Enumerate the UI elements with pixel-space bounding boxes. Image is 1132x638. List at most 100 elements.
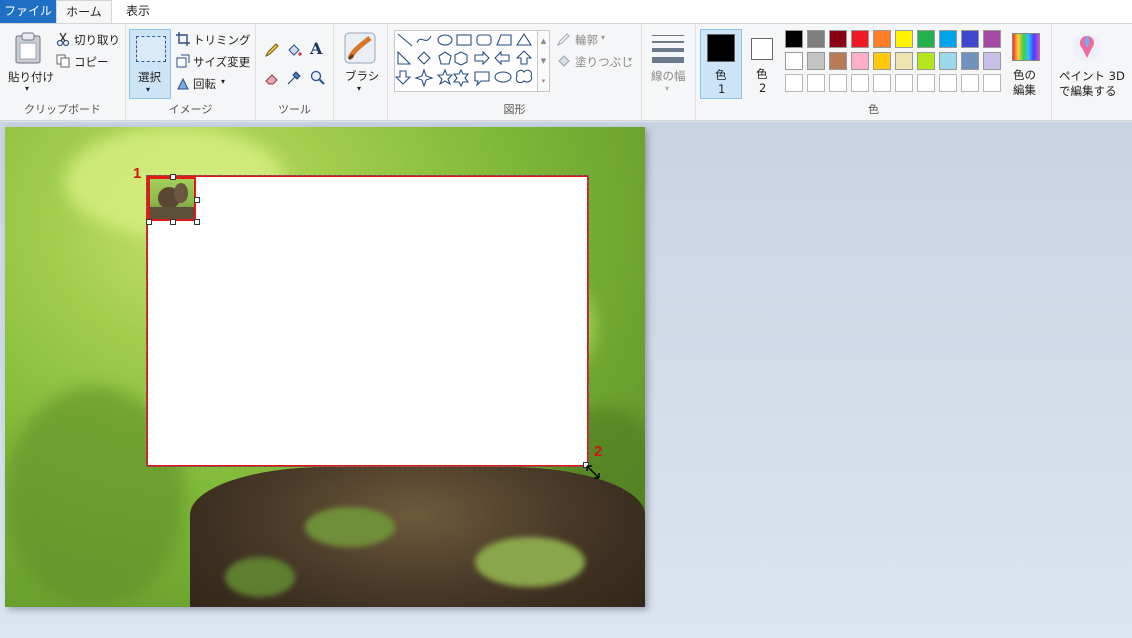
shapes-group-label: 図形	[503, 103, 526, 116]
resize-label: サイズ変更	[193, 55, 251, 69]
chevron-down-icon: ▾	[221, 77, 226, 86]
custom-color-slot[interactable]	[917, 74, 935, 92]
fill-bucket-icon[interactable]	[286, 42, 302, 58]
chevron-down-icon: ▾	[146, 85, 151, 94]
text-tool-icon[interactable]: A	[310, 39, 322, 58]
palette-color-swatch[interactable]	[961, 30, 979, 48]
palette-color-swatch[interactable]	[917, 30, 935, 48]
custom-color-slot[interactable]	[873, 74, 891, 92]
palette-color-swatch[interactable]	[851, 30, 869, 48]
palette-color-swatch[interactable]	[983, 30, 1001, 48]
color1-number: 1	[718, 82, 726, 96]
pencil-icon[interactable]	[264, 42, 280, 58]
palette-color-swatch[interactable]	[829, 30, 847, 48]
custom-color-slot[interactable]	[895, 74, 913, 92]
fill-label: 塗りつぶし	[575, 55, 633, 69]
custom-color-slot[interactable]	[961, 74, 979, 92]
custom-color-slot[interactable]	[983, 74, 1001, 92]
custom-color-slot[interactable]	[807, 74, 825, 92]
fill-bucket-icon	[558, 55, 570, 67]
palette-color-swatch[interactable]	[895, 30, 913, 48]
resize-icon	[176, 54, 190, 68]
crop-icon	[176, 32, 190, 46]
clipboard-group-label: クリップボード	[24, 103, 101, 116]
palette-color-swatch[interactable]	[961, 52, 979, 70]
color1-swatch	[707, 34, 735, 62]
paint3d-label-line1: ペイント 3D	[1059, 69, 1125, 83]
clipboard-icon	[15, 32, 41, 64]
chevron-down-icon: ▾	[628, 55, 633, 64]
selection-area[interactable]	[146, 175, 589, 467]
palette-color-swatch[interactable]	[895, 52, 913, 70]
palette-color-swatch[interactable]	[829, 52, 847, 70]
palette-color-swatch[interactable]	[939, 30, 957, 48]
tab-view[interactable]: 表示	[112, 0, 164, 23]
resize-handle[interactable]	[170, 174, 176, 180]
size-group[interactable]: 線の幅 ▾	[642, 24, 696, 120]
eraser-icon[interactable]	[264, 70, 280, 86]
paint3d-label-line2: で編集する	[1059, 84, 1117, 98]
crop-label: トリミング	[193, 33, 251, 47]
magnifier-icon[interactable]	[310, 70, 326, 86]
custom-color-slot[interactable]	[829, 74, 847, 92]
paste-label: 貼り付け	[8, 70, 54, 84]
color-palette	[785, 30, 1005, 96]
edit-with-paint3d-button[interactable]: ペイント 3D で編集する	[1054, 24, 1125, 120]
callout-2: 2	[594, 443, 603, 460]
image-group-label: イメージ	[168, 103, 213, 116]
gallery-more-icon: ▾	[541, 77, 546, 85]
scroll-down-icon: ▼	[540, 57, 547, 65]
copy-button[interactable]: コピー	[54, 53, 120, 71]
size-label: 線の幅	[651, 69, 686, 83]
color-spectrum-icon	[1012, 33, 1040, 61]
cut-button[interactable]: 切り取り	[54, 31, 120, 49]
chevron-down-icon: ▾	[25, 84, 30, 93]
shapes-gallery[interactable]	[394, 30, 538, 92]
tab-file[interactable]: ファイル	[0, 0, 56, 23]
color2-button[interactable]: 色 2	[746, 29, 780, 99]
custom-color-slot[interactable]	[939, 74, 957, 92]
palette-color-swatch[interactable]	[785, 52, 803, 70]
rotate-button[interactable]: 回転 ▾	[175, 75, 253, 93]
resize-handle[interactable]	[194, 219, 200, 225]
color2-number: 2	[759, 81, 767, 95]
resize-handle[interactable]	[194, 197, 200, 203]
color1-button[interactable]: 色 1	[700, 29, 742, 99]
copy-label: コピー	[74, 55, 109, 69]
palette-color-swatch[interactable]	[873, 30, 891, 48]
tab-home[interactable]: ホーム	[56, 0, 112, 23]
brushes-group[interactable]: ブラシ ▾	[334, 24, 388, 120]
palette-color-swatch[interactable]	[851, 52, 869, 70]
resize-handle[interactable]	[146, 219, 152, 225]
palette-color-swatch[interactable]	[917, 52, 935, 70]
resize-button[interactable]: サイズ変更	[175, 53, 253, 71]
select-label: 選択	[138, 70, 161, 84]
outline-button[interactable]: 輪郭 ▾	[556, 31, 636, 49]
custom-color-slot[interactable]	[785, 74, 803, 92]
palette-color-swatch[interactable]	[873, 52, 891, 70]
selection-icon	[136, 36, 166, 62]
custom-color-slot[interactable]	[851, 74, 869, 92]
palette-color-swatch[interactable]	[983, 52, 1001, 70]
palette-color-swatch[interactable]	[807, 30, 825, 48]
paste-button[interactable]: 貼り付け ▾	[4, 28, 54, 98]
rotate-label: 回転	[193, 77, 216, 91]
image-group: 選択 ▾ トリミング サイズ変更 回転 ▾ イメージ	[126, 24, 256, 120]
shape-icons	[394, 32, 533, 88]
scissors-icon	[56, 32, 70, 46]
selected-image-thumbnail[interactable]	[148, 177, 196, 221]
colors-group-label: 色	[868, 103, 879, 116]
color-picker-icon[interactable]	[286, 70, 302, 86]
brush-icon	[344, 32, 376, 64]
palette-color-swatch[interactable]	[939, 52, 957, 70]
shapes-group: ▲ ▼ ▾ 輪郭 ▾ 塗りつぶし ▾ 図形	[388, 24, 642, 120]
fill-button[interactable]: 塗りつぶし ▾	[556, 53, 636, 71]
crop-button[interactable]: トリミング	[175, 31, 253, 49]
select-button[interactable]: 選択 ▾	[129, 29, 171, 99]
resize-handle[interactable]	[170, 219, 176, 225]
shapes-scrollbar[interactable]: ▲ ▼ ▾	[538, 30, 550, 92]
palette-color-swatch[interactable]	[807, 52, 825, 70]
line-width-icon	[652, 35, 684, 63]
palette-color-swatch[interactable]	[785, 30, 803, 48]
edit-colors-button[interactable]: 色の 編集	[1008, 29, 1046, 99]
